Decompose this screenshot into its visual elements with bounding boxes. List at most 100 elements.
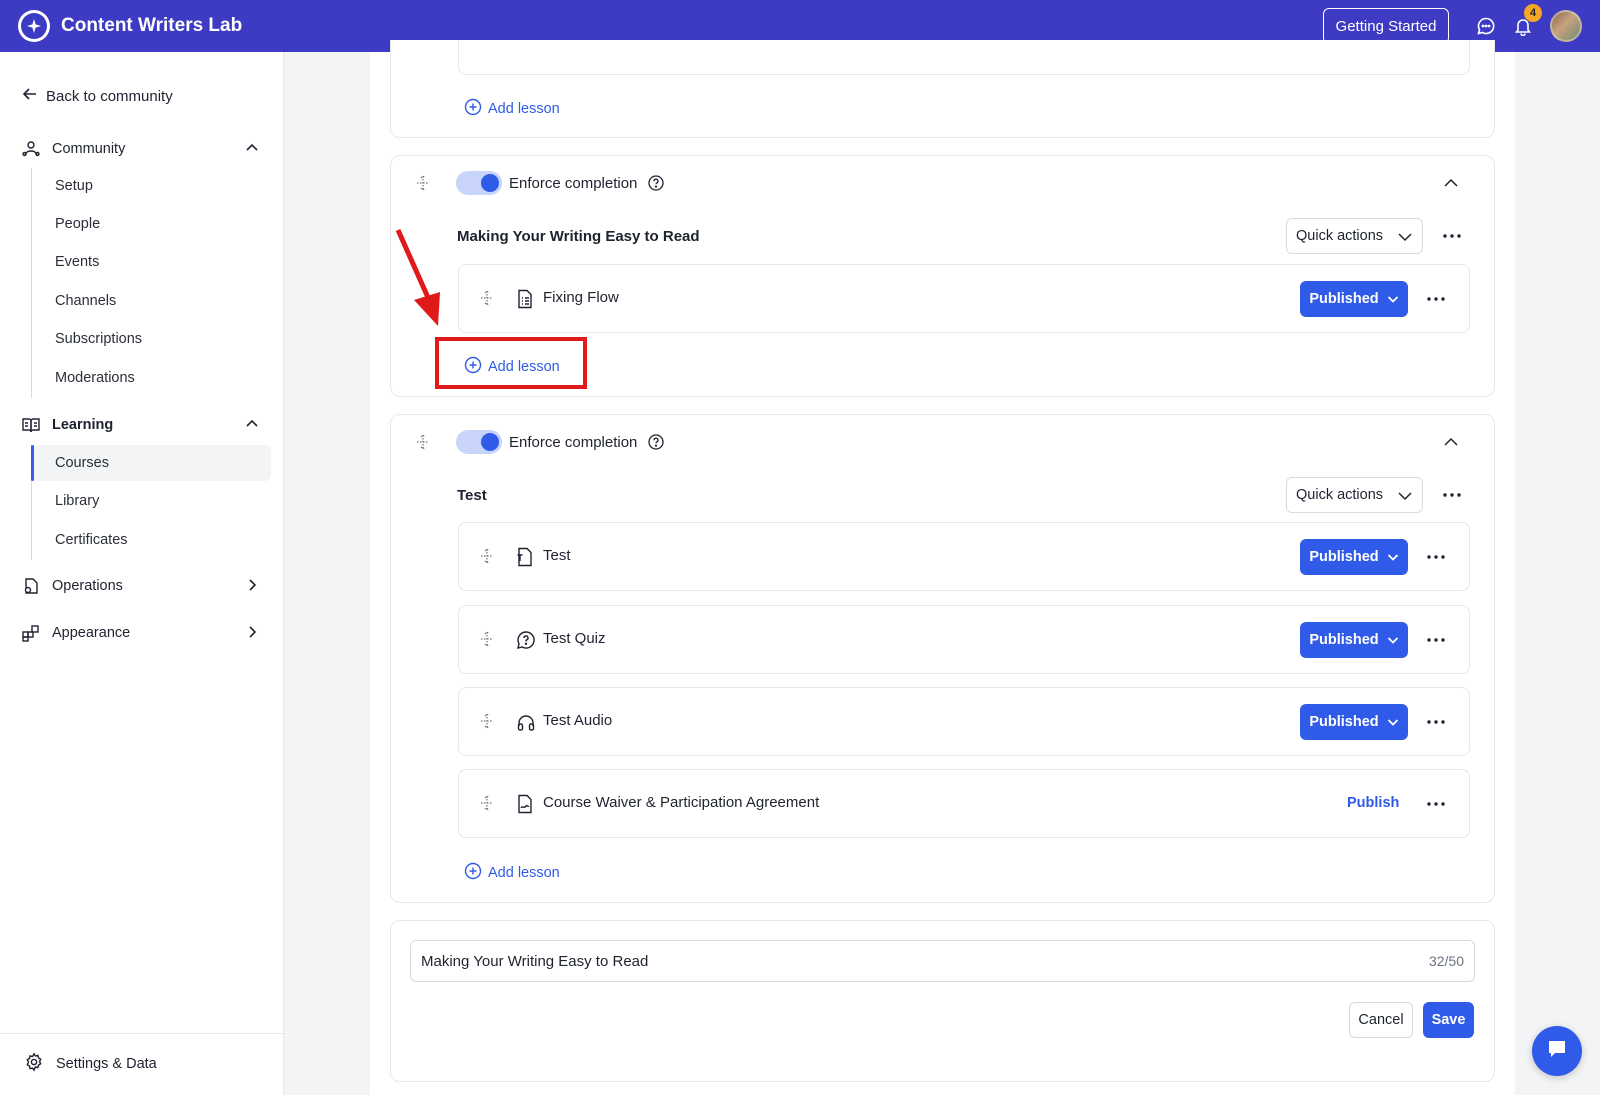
document-sign-icon bbox=[516, 794, 536, 814]
sidebar-item-setup[interactable]: Setup bbox=[33, 168, 271, 204]
more-options-icon[interactable] bbox=[1424, 545, 1448, 569]
chevron-up-icon[interactable] bbox=[244, 140, 260, 160]
published-status-button[interactable]: Published bbox=[1300, 281, 1408, 317]
published-status-button[interactable]: Published bbox=[1300, 539, 1408, 575]
support-chat-button[interactable] bbox=[1532, 1026, 1582, 1076]
add-lesson-label: Add lesson bbox=[488, 865, 560, 881]
sparkle-icon bbox=[21, 13, 47, 39]
notification-badge: 4 bbox=[1524, 4, 1542, 22]
nav-tree-line bbox=[31, 168, 32, 398]
more-options-icon[interactable] bbox=[1440, 486, 1464, 504]
chevron-up-icon[interactable] bbox=[1442, 174, 1462, 194]
appearance-icon bbox=[20, 622, 42, 644]
drag-handle-icon[interactable] bbox=[478, 630, 496, 648]
drag-handle-icon[interactable] bbox=[414, 174, 432, 192]
lesson-row bbox=[458, 40, 1470, 75]
chevron-down-icon bbox=[1398, 492, 1412, 501]
more-options-icon[interactable] bbox=[1424, 710, 1448, 734]
arrow-left-icon bbox=[22, 86, 38, 106]
book-icon bbox=[20, 414, 42, 436]
back-label: Back to community bbox=[46, 87, 173, 105]
publish-button[interactable]: Publish bbox=[1347, 795, 1399, 811]
back-to-community-link[interactable]: Back to community bbox=[22, 86, 173, 106]
more-options-icon[interactable] bbox=[1424, 287, 1448, 311]
chevron-down-icon bbox=[1387, 719, 1398, 726]
settings-label: Settings & Data bbox=[56, 1056, 157, 1072]
chevron-down-icon bbox=[1398, 233, 1412, 242]
drag-handle-icon[interactable] bbox=[478, 712, 496, 730]
drag-handle-icon[interactable] bbox=[478, 794, 496, 812]
enforce-completion-label: Enforce completion bbox=[509, 175, 638, 192]
drag-handle-icon[interactable] bbox=[414, 433, 432, 451]
save-button[interactable]: Save bbox=[1423, 1002, 1474, 1038]
app-logo[interactable] bbox=[18, 10, 50, 42]
enforce-completion-toggle[interactable] bbox=[456, 171, 502, 195]
chat-bubble-icon bbox=[1545, 1037, 1569, 1066]
drag-handle-icon[interactable] bbox=[478, 289, 496, 307]
more-options-icon[interactable] bbox=[1424, 792, 1448, 816]
lesson-title[interactable]: Course Waiver & Participation Agreement bbox=[543, 794, 819, 811]
sidebar-item-events[interactable]: Events bbox=[33, 244, 271, 280]
chevron-up-icon[interactable] bbox=[244, 416, 260, 436]
settings-data-link[interactable]: Settings & Data bbox=[24, 1052, 157, 1076]
published-status-button[interactable]: Published bbox=[1300, 622, 1408, 658]
published-label: Published bbox=[1309, 632, 1379, 648]
plus-circle-icon bbox=[464, 862, 482, 884]
chevron-up-icon[interactable] bbox=[1442, 433, 1462, 453]
community-icon bbox=[20, 138, 42, 160]
published-status-button[interactable]: Published bbox=[1300, 704, 1408, 740]
sidebar-item-certificates[interactable]: Certificates bbox=[33, 522, 271, 558]
help-icon[interactable] bbox=[647, 433, 665, 451]
add-lesson-button[interactable]: Add lesson bbox=[464, 862, 560, 884]
enforce-completion-toggle[interactable] bbox=[456, 430, 502, 454]
chevron-right-icon[interactable] bbox=[244, 577, 260, 597]
operations-icon bbox=[20, 575, 42, 597]
toggle-knob bbox=[481, 433, 499, 451]
more-options-icon[interactable] bbox=[1424, 628, 1448, 652]
nav-section-operations[interactable]: Operations bbox=[20, 575, 264, 597]
app-title: Content Writers Lab bbox=[61, 15, 243, 36]
drag-handle-icon[interactable] bbox=[478, 547, 496, 565]
quick-actions-label: Quick actions bbox=[1296, 487, 1384, 503]
lesson-row[interactable]: Fixing Flow Published bbox=[458, 264, 1470, 333]
sidebar-item-people[interactable]: People bbox=[33, 206, 271, 242]
lesson-row[interactable]: Test Audio Published bbox=[458, 687, 1470, 756]
published-label: Published bbox=[1309, 291, 1379, 307]
character-count: 32/50 bbox=[1428, 953, 1464, 969]
chevron-down-icon bbox=[1387, 637, 1398, 644]
lesson-title[interactable]: Test bbox=[543, 547, 571, 564]
lesson-row[interactable]: Test Quiz Published bbox=[458, 605, 1470, 674]
lesson-row[interactable]: Test Published bbox=[458, 522, 1470, 591]
lesson-title[interactable]: Fixing Flow bbox=[543, 289, 619, 306]
section-title-input[interactable]: Making Your Writing Easy to Read 32/50 bbox=[410, 940, 1475, 982]
section-title-value: Making Your Writing Easy to Read bbox=[421, 952, 649, 970]
published-label: Published bbox=[1309, 714, 1379, 730]
published-label: Published bbox=[1309, 549, 1379, 565]
lesson-row[interactable]: Course Waiver & Participation Agreement … bbox=[458, 769, 1470, 838]
nav-section-learning[interactable]: Learning bbox=[20, 414, 264, 436]
toggle-knob bbox=[481, 174, 499, 192]
more-options-icon[interactable] bbox=[1440, 227, 1464, 245]
section-title: Making Your Writing Easy to Read bbox=[457, 228, 700, 245]
chevron-right-icon[interactable] bbox=[244, 624, 260, 644]
section-title: Test bbox=[457, 487, 487, 504]
sidebar-item-library[interactable]: Library bbox=[33, 483, 271, 519]
cancel-button[interactable]: Cancel bbox=[1349, 1002, 1413, 1038]
chat-icon[interactable] bbox=[1474, 14, 1498, 38]
getting-started-button[interactable]: Getting Started bbox=[1323, 8, 1449, 44]
quick-actions-dropdown[interactable]: Quick actions bbox=[1286, 477, 1423, 513]
sidebar-item-channels[interactable]: Channels bbox=[33, 283, 271, 319]
chevron-down-icon bbox=[1387, 296, 1398, 303]
lesson-title[interactable]: Test Audio bbox=[543, 712, 612, 729]
lesson-title[interactable]: Test Quiz bbox=[543, 630, 606, 647]
avatar[interactable] bbox=[1550, 10, 1582, 42]
nav-section-community[interactable]: Community bbox=[20, 138, 264, 160]
quick-actions-dropdown[interactable]: Quick actions bbox=[1286, 218, 1423, 254]
quick-actions-label: Quick actions bbox=[1296, 228, 1384, 244]
sidebar-item-courses[interactable]: Courses bbox=[31, 445, 271, 481]
sidebar-item-moderations[interactable]: Moderations bbox=[33, 360, 271, 396]
help-icon[interactable] bbox=[647, 174, 665, 192]
add-lesson-button[interactable]: Add lesson bbox=[464, 98, 560, 120]
sidebar-item-subscriptions[interactable]: Subscriptions bbox=[33, 321, 271, 357]
nav-section-appearance[interactable]: Appearance bbox=[20, 622, 264, 644]
